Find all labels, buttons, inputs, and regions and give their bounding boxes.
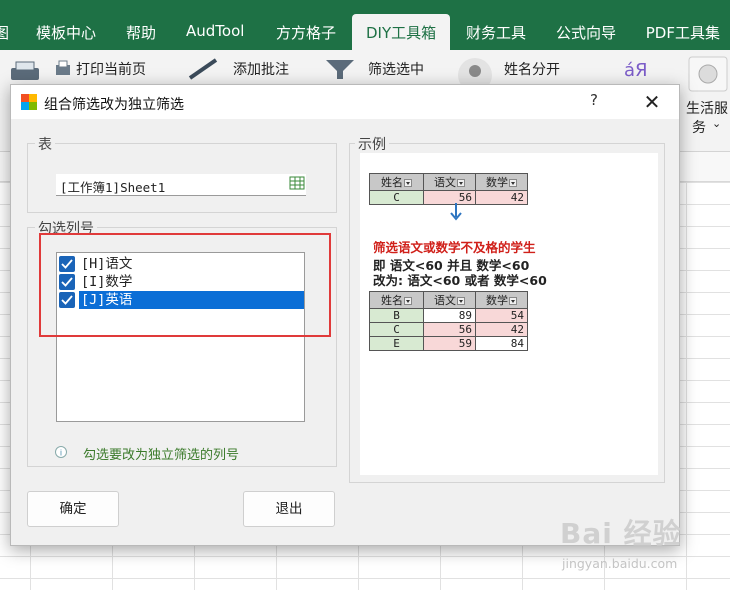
life-service-label[interactable]: 生活服 [686,98,728,118]
print-current-button[interactable]: 打印当前页 [76,59,146,79]
tab-finance-tools[interactable]: 财务工具 [466,22,526,43]
table-header: 姓名 [381,294,403,307]
example-caption: 筛选语文或数学不及格的学生 [373,240,536,255]
filter-dropdown-icon [404,179,412,187]
printer-icon[interactable] [8,60,42,82]
checkbox-checked[interactable] [59,256,75,272]
table-cell: 84 [475,336,528,351]
tab-help[interactable]: 帮助 [126,22,156,43]
language-icon[interactable]: áЯ [624,60,648,81]
table-cell: C [369,190,424,205]
example-bottom-table: 姓名 语文 数学 B 89 54 C 56 42 E 59 84 [369,291,528,351]
checkbox-checked[interactable] [59,292,75,308]
help-button[interactable]: ? [581,91,607,115]
table-cell: 59 [423,336,476,351]
dialog-titlebar[interactable]: 组合筛选改为独立筛选 ? ✕ [11,85,679,119]
list-item-label: [I]数学 [81,274,133,290]
svg-text:i: i [60,449,62,458]
info-icon: i [55,446,67,458]
table-cell: E [369,336,424,351]
table-header: 语文 [434,294,456,307]
filter-active-icon [509,297,517,305]
exit-button[interactable]: 退出 [243,491,335,527]
table-cell: B [369,308,424,323]
life-service-label-2: 务 [692,120,706,136]
example-line-2: 改为: 语文<60 或者 数学<60 [373,273,547,288]
checkbox-checked[interactable] [59,274,75,290]
table-group-label: 表 [35,134,55,154]
filter-active-icon [509,179,517,187]
person-icon [458,58,492,86]
life-service-icon[interactable] [688,56,728,92]
column-checklist[interactable]: [H]语文 [I]数学 [J]英语 [56,252,305,422]
filter-active-icon [457,297,465,305]
table-cell: 42 [475,190,528,205]
columns-group-label: 勾选列号 [35,218,97,238]
tab-fangfang[interactable]: 方方格子 [276,22,336,43]
tab-partial[interactable]: 图 [0,22,9,43]
dialog-combined-to-independent-filter: 组合筛选改为独立筛选 ? ✕ 表 [工作簿1]Sheet1 勾选列号 [H]语文… [10,84,680,546]
funnel-icon [326,60,354,79]
print-page-icon [56,60,70,75]
dialog-title: 组合筛选改为独立筛选 [44,97,184,113]
watermark-logo: Bai 经验 [560,517,682,550]
list-item-selected[interactable]: [J]英语 [59,291,304,309]
close-button[interactable]: ✕ [635,89,669,115]
arrow-down-icon [450,203,462,221]
tab-pdf-tools[interactable]: PDF工具集 [646,22,720,43]
watermark-url: jingyan.baidu.com [562,556,678,571]
baidu-jingyan-watermark: Bai 经验 jingyan.baidu.com [560,512,700,574]
filter-selected-button[interactable]: 筛选选中 [368,59,424,79]
list-item[interactable]: [I]数学 [59,273,304,291]
split-name-button[interactable]: 姓名分开 [504,59,560,79]
table-cell: C [369,322,424,337]
table-header: 姓名 [381,176,403,189]
chevron-down-icon[interactable]: ⌄ [712,117,721,130]
tab-audtool[interactable]: AudTool [186,22,244,40]
table-cell: 89 [423,308,476,323]
table-header: 数学 [486,176,508,189]
add-comment-button[interactable]: 添加批注 [233,59,289,79]
example-group-label: 示例 [355,134,389,154]
pen-icon [188,58,218,80]
table-cell: 42 [475,322,528,337]
table-cell: 54 [475,308,528,323]
ok-button[interactable]: 确定 [27,491,119,527]
range-picker-icon[interactable] [288,174,306,192]
list-item[interactable]: [H]语文 [59,255,304,273]
table-header: 数学 [486,294,508,307]
tab-formula-wizard[interactable]: 公式向导 [556,22,616,43]
list-item-label: [H]语文 [81,256,133,272]
table-cell: 56 [423,322,476,337]
tab-diy-toolbox[interactable]: DIY工具箱 [352,14,451,50]
filter-active-icon [457,179,465,187]
hint-text: 勾选要改为独立筛选的列号 [83,448,240,463]
table-path-field[interactable]: [工作簿1]Sheet1 [56,174,306,196]
table-header: 语文 [434,176,456,189]
list-item-label: [J]英语 [79,291,304,309]
tab-template-center[interactable]: 模板中心 [36,22,96,43]
ribbon-tabbar: 图 模板中心 帮助 AudTool 方方格子 DIY工具箱 财务工具 公式向导 … [0,0,730,50]
app-icon [21,94,37,110]
filter-dropdown-icon [404,297,412,305]
example-top-table: 姓名 语文 数学 C 56 42 [369,173,528,205]
